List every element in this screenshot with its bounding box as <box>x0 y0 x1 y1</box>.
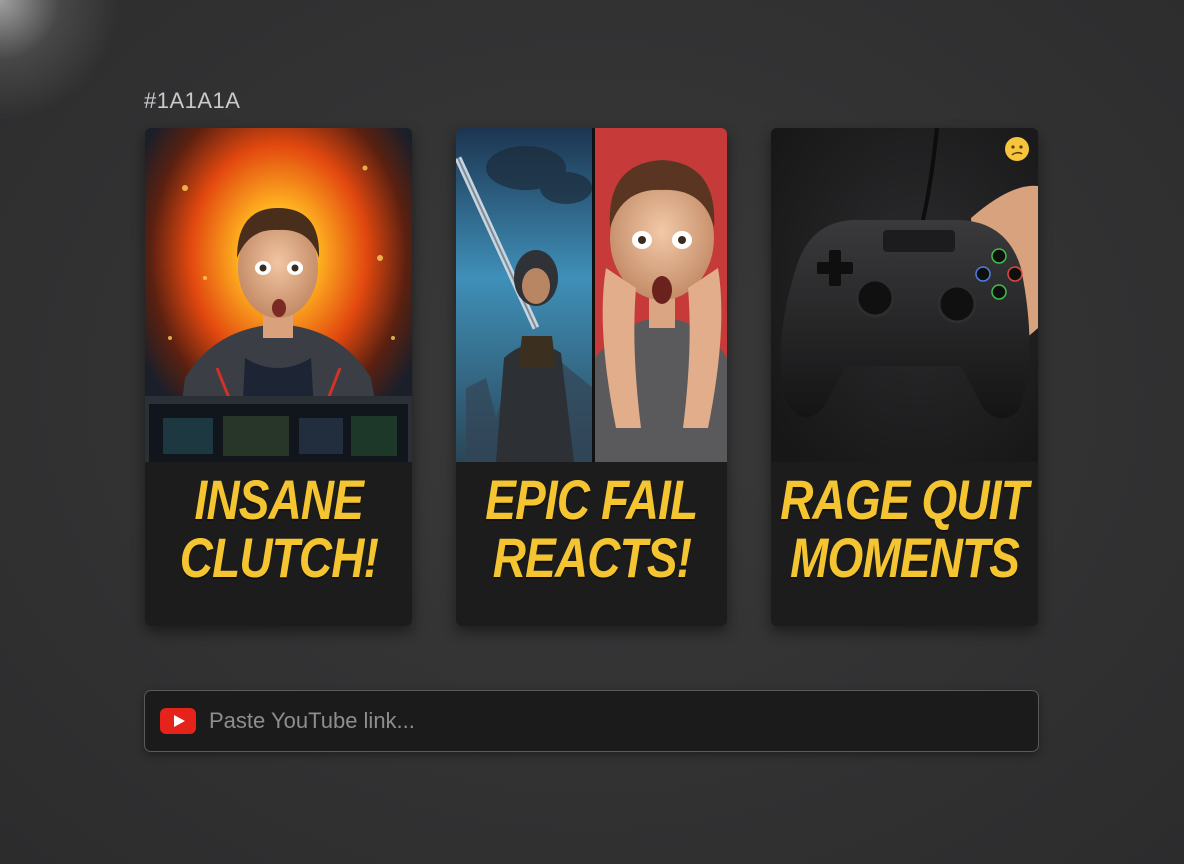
youtube-link-input[interactable] <box>209 701 1009 741</box>
card-caption: INSANE CLUTCH! <box>145 462 412 626</box>
canvas: #1A1A1A INSANE CLUTCH! EPIC FAIL REACTS!… <box>0 0 1184 864</box>
caption-line-2: CLUTCH! <box>179 526 378 589</box>
thumbnail-card-epic-fail[interactable]: EPIC FAIL REACTS! <box>456 128 727 626</box>
confused-face-emoji-icon <box>1005 137 1029 161</box>
caption-line-1: EPIC FAIL <box>485 468 698 531</box>
caption-line-2: MOMENTS <box>790 526 1020 589</box>
card-caption: EPIC FAIL REACTS! <box>456 462 727 626</box>
card-caption: RAGE QUIT MOMENTS <box>771 462 1038 626</box>
thumbnail-card-insane-clutch[interactable]: INSANE CLUTCH! <box>145 128 412 626</box>
thumbnail-card-rage-quit[interactable]: RAGE QUIT MOMENTS <box>771 128 1038 626</box>
caption-line-1: INSANE <box>194 468 363 531</box>
game-controller-thumbnail <box>771 128 1038 462</box>
youtube-icon <box>160 708 196 734</box>
explosion-reaction-thumbnail <box>145 128 412 462</box>
youtube-link-input-bar[interactable] <box>144 690 1039 752</box>
caption-line-1: RAGE QUIT <box>780 468 1030 531</box>
sword-warrior-split-reaction-thumbnail <box>456 128 727 462</box>
color-hex-label: #1A1A1A <box>144 88 241 113</box>
caption-line-2: REACTS! <box>492 526 691 589</box>
